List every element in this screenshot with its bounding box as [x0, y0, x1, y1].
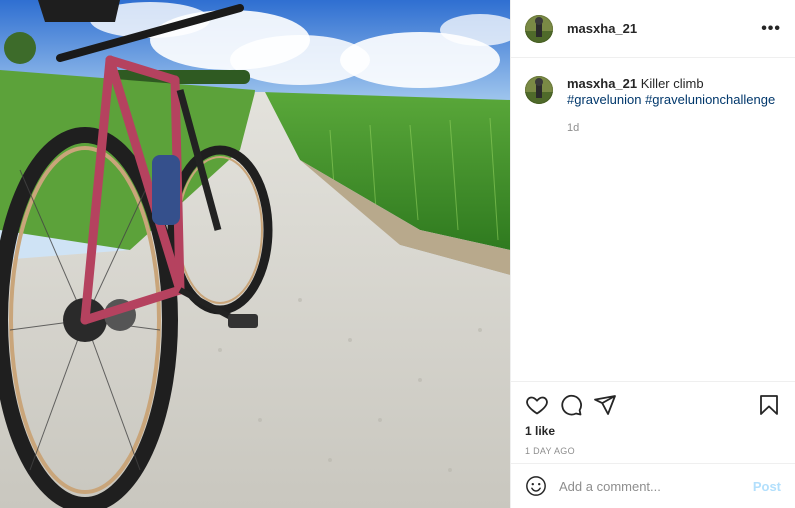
caption-avatar[interactable] — [525, 76, 553, 104]
caption-text: Killer climb — [637, 76, 704, 91]
action-bar: 1 like 1 DAY AGO — [511, 381, 795, 463]
comments-section: masxha_21 Killer climb #gravelunion #gra… — [511, 58, 795, 381]
caption-username[interactable]: masxha_21 — [567, 76, 637, 91]
post-header: masxha_21 ••• — [511, 0, 795, 58]
action-icons — [525, 392, 781, 418]
post-photo[interactable] — [0, 0, 510, 508]
header-username[interactable]: masxha_21 — [567, 21, 637, 36]
post-dialog: masxha_21 ••• masxha_21 Killer climb #gr… — [0, 0, 795, 508]
caption: masxha_21 Killer climb #gravelunion #gra… — [525, 76, 781, 136]
heart-icon[interactable] — [525, 393, 549, 417]
hashtag-gravelunion[interactable]: #gravelunion — [567, 92, 641, 107]
caption-body: masxha_21 Killer climb #gravelunion #gra… — [567, 76, 781, 136]
more-options-icon[interactable]: ••• — [761, 20, 781, 36]
bookmark-icon[interactable] — [757, 393, 781, 417]
bicycle-photo — [0, 0, 510, 508]
post-date[interactable]: 1 DAY AGO — [525, 446, 781, 456]
comment-icon[interactable] — [559, 393, 583, 417]
post-comment-button[interactable]: Post — [753, 479, 781, 494]
emoji-icon[interactable] — [525, 475, 547, 497]
post-side-panel: masxha_21 ••• masxha_21 Killer climb #gr… — [510, 0, 795, 508]
add-comment-bar: Post — [511, 463, 795, 508]
caption-timestamp: 1d — [567, 122, 580, 134]
comment-input[interactable] — [559, 478, 753, 494]
share-icon[interactable] — [593, 393, 617, 417]
avatar[interactable] — [525, 14, 553, 43]
like-count[interactable]: 1 like — [525, 424, 781, 438]
hashtag-gravelunionchallenge[interactable]: #gravelunionchallenge — [645, 92, 775, 107]
